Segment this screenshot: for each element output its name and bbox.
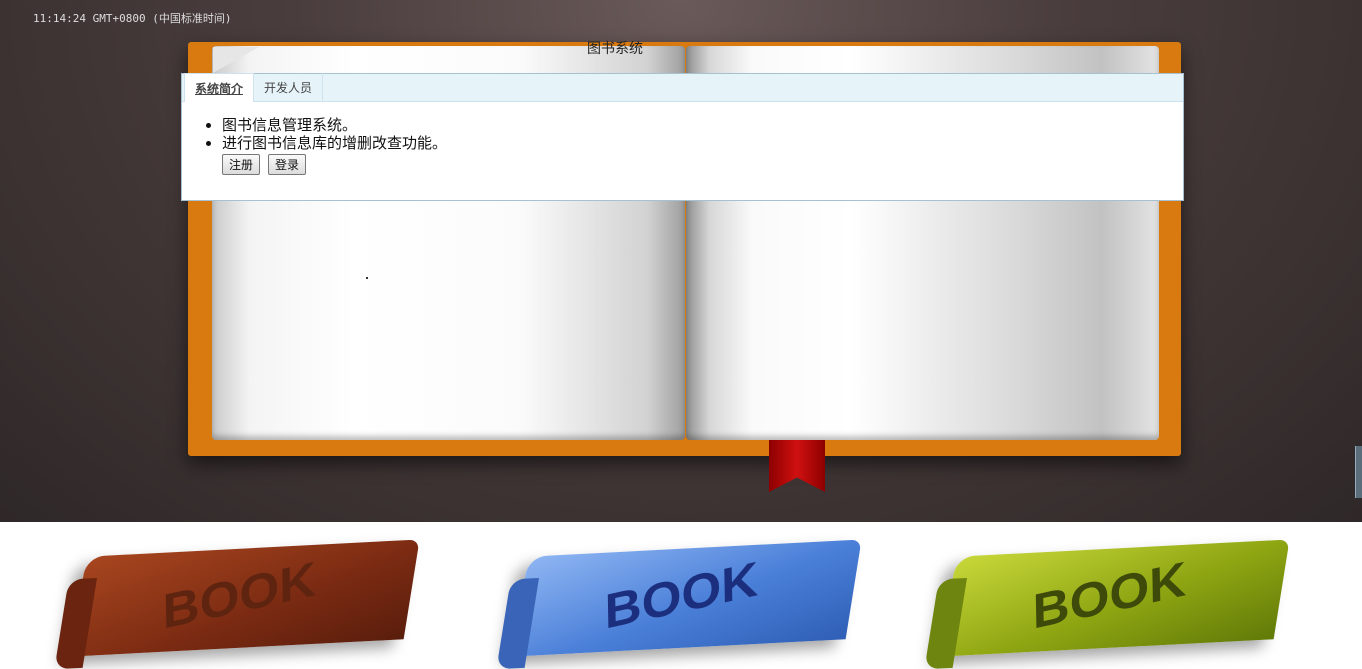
intro-list: 图书信息管理系统。 进行图书信息库的增删改查功能。 [222, 116, 1183, 152]
tab-system-intro[interactable]: 系统简介 [184, 73, 255, 102]
brown-book-image: BOOK [54, 539, 420, 669]
book-spine [54, 577, 98, 669]
register-button[interactable]: 注册 [222, 154, 261, 175]
list-item: 图书信息管理系统。 [222, 116, 1183, 134]
list-item: 进行图书信息库的增删改查功能。 [222, 134, 1183, 152]
book-spine [496, 577, 540, 669]
book-label: BOOK [162, 551, 317, 640]
dot-mark [366, 277, 368, 279]
green-book-image: BOOK [924, 539, 1290, 669]
clock-text: 11:14:24 GMT+0800 (中国标准时间) [33, 12, 232, 25]
side-scroll-tab[interactable] [1355, 446, 1362, 498]
book-label: BOOK [1032, 551, 1187, 640]
page-title: 图书系统 [587, 41, 643, 57]
tab-content: 图书信息管理系统。 进行图书信息库的增删改查功能。 注册 登录 [182, 102, 1183, 175]
tab-developers[interactable]: 开发人员 [254, 73, 324, 101]
blue-book-image: BOOK [496, 539, 862, 669]
tab-panel: 系统简介 开发人员 图书信息管理系统。 进行图书信息库的增删改查功能。 注册 登… [181, 73, 1184, 201]
action-buttons: 注册 登录 [222, 154, 1183, 175]
book-label: BOOK [604, 551, 759, 640]
book-spine [924, 577, 968, 669]
tab-bar: 系统简介 开发人员 [182, 73, 1183, 102]
login-button[interactable]: 登录 [268, 154, 307, 175]
